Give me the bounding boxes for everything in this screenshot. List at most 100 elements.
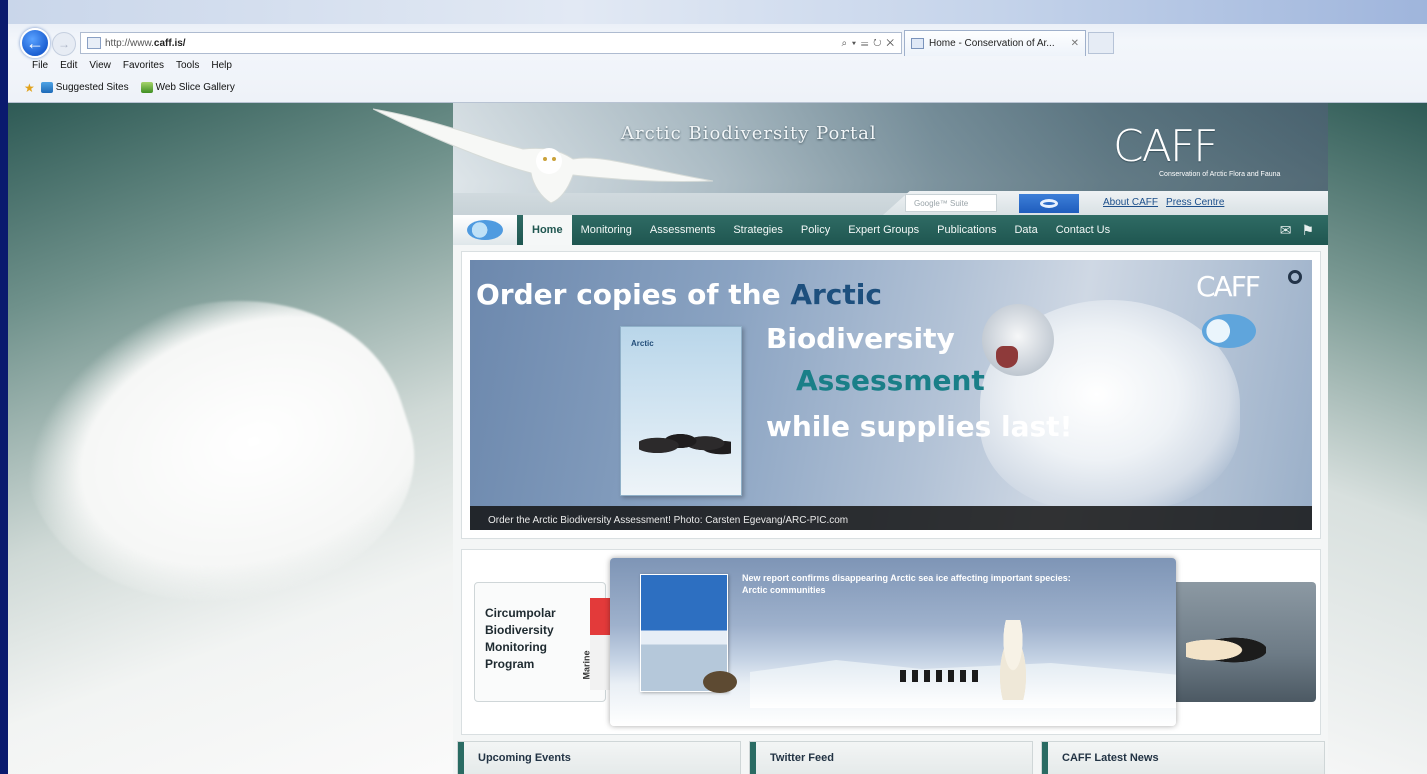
browser-tab[interactable]: Home - Conservation of Ar... ✕	[904, 30, 1086, 56]
report-cover-walrus	[703, 671, 737, 693]
box-accent-bar	[1042, 742, 1048, 774]
fav-suggested-sites[interactable]: Suggested Sites	[40, 82, 129, 94]
banner-headline-4: while supplies last!	[766, 410, 1073, 443]
box-accent-bar	[750, 742, 756, 774]
news-slider: Circumpolar Biodiversity Monitoring Prog…	[461, 549, 1321, 735]
nav-assessments[interactable]: Assessments	[641, 215, 724, 245]
banner-globe-icon	[1202, 314, 1256, 348]
favorites-bar: ★ Suggested Sites Web Slice Gallery	[24, 81, 235, 95]
box-accent-bar	[458, 742, 464, 774]
banner-headline-prefix: Order copies of the	[476, 278, 791, 311]
birds-on-ice-image	[900, 670, 980, 682]
tab-title: Home - Conservation of Ar...	[929, 38, 1055, 49]
nav-policy[interactable]: Policy	[792, 215, 839, 245]
bottom-boxes: Upcoming Events Twitter Feed CAFF Latest…	[457, 741, 1325, 774]
portal-title: Arctic Biodiversity Portal	[621, 123, 877, 144]
book-title: Arctic	[631, 339, 654, 348]
cbmp-line-2: Biodiversity	[485, 623, 554, 637]
snowy-owl-image	[373, 108, 713, 204]
address-bar[interactable]: http://www.caff.is/ ⌕ ▾ ☰ ↻ ✕	[80, 32, 902, 54]
web-slice-icon	[140, 82, 153, 94]
caff-logo[interactable]: CAFF	[1113, 121, 1218, 172]
browser-chrome: ← → http://www.caff.is/ ⌕ ▾ ☰ ↻ ✕ Home -…	[8, 0, 1427, 103]
menu-bar: File Edit View Favorites Tools Help	[32, 60, 232, 71]
nav-strategies[interactable]: Strategies	[724, 215, 792, 245]
banner-headline-3: Assessment	[796, 364, 985, 397]
search-icon	[1040, 199, 1058, 208]
page-icon	[87, 37, 101, 49]
back-arrow-icon: ←	[26, 32, 44, 53]
page-viewport: Arctic Biodiversity Portal CAFF Conserva…	[8, 103, 1427, 774]
assessment-book-cover: Arctic	[620, 326, 742, 496]
banner-caff-logo: CAFF	[1196, 270, 1261, 303]
twitter-feed-title: Twitter Feed	[770, 752, 834, 764]
banner-headline-highlight: Arctic	[790, 278, 882, 311]
latest-news-title: CAFF Latest News	[1062, 752, 1159, 764]
site-container: Arctic Biodiversity Portal CAFF Conserva…	[373, 103, 1328, 774]
promo-banner[interactable]: Order copies of the Arctic Biodiversity …	[470, 260, 1312, 530]
url-prefix: http://www.	[105, 37, 154, 49]
address-tools[interactable]: ⌕ ▾ ☰ ↻ ✕	[842, 38, 895, 49]
menu-help[interactable]: Help	[211, 60, 232, 71]
fav-web-slice-gallery[interactable]: Web Slice Gallery	[140, 82, 235, 94]
nav-home[interactable]: Home	[523, 215, 572, 245]
address-url[interactable]: http://www.caff.is/	[105, 38, 186, 49]
musk-oxen-image	[639, 419, 731, 463]
site-header: Arctic Biodiversity Portal CAFF Conserva…	[373, 103, 1328, 215]
cbmp-strip-label: Marine	[581, 650, 592, 680]
banner-headline-2: Biodiversity	[766, 322, 955, 355]
menu-favorites[interactable]: Favorites	[123, 60, 164, 71]
forward-arrow-icon: →	[58, 37, 70, 51]
fav-web-slice-label: Web Slice Gallery	[155, 82, 235, 94]
nav-contact-us[interactable]: Contact Us	[1047, 215, 1119, 245]
banner-caption: Order the Arctic Biodiversity Assessment…	[470, 506, 1312, 530]
main-nav: Home Monitoring Assessments Strategies P…	[453, 215, 1328, 245]
eider-duck-image	[1186, 632, 1266, 668]
favorites-star-icon[interactable]: ★	[24, 81, 35, 95]
back-button[interactable]: ←	[20, 28, 50, 58]
tab-close-icon[interactable]: ✕	[1071, 38, 1079, 49]
menu-view[interactable]: View	[89, 60, 111, 71]
eider-duck-card[interactable]	[1176, 582, 1316, 702]
nav-monitoring[interactable]: Monitoring	[572, 215, 641, 245]
site-search-button[interactable]	[1019, 194, 1079, 213]
header-links: About CAFF Press Centre	[1103, 197, 1224, 208]
arctic-fox-head	[982, 304, 1054, 376]
menu-edit[interactable]: Edit	[60, 60, 77, 71]
nav-data[interactable]: Data	[1005, 215, 1046, 245]
tab-favicon-icon	[911, 38, 924, 49]
banner-wrapper: Order copies of the Arctic Biodiversity …	[461, 251, 1321, 539]
title-bar	[8, 0, 1427, 24]
greenland-map-background	[8, 251, 446, 655]
fav-suggested-label: Suggested Sites	[55, 82, 129, 94]
about-caff-link[interactable]: About CAFF	[1103, 197, 1158, 208]
latest-news-box[interactable]: CAFF Latest News	[1041, 741, 1325, 774]
banner-headline-1: Order copies of the Arctic	[476, 278, 882, 311]
featured-news-card[interactable]: New report confirms disappearing Arctic …	[610, 558, 1176, 726]
cbmp-line-1: Circumpolar	[485, 606, 556, 620]
upcoming-events-title: Upcoming Events	[478, 752, 571, 764]
press-centre-link[interactable]: Press Centre	[1166, 197, 1224, 208]
nav-home-logo[interactable]	[453, 215, 517, 245]
nav-icons: ✉ ⚑	[1280, 222, 1314, 239]
menu-tools[interactable]: Tools	[176, 60, 199, 71]
nav-expert-groups[interactable]: Expert Groups	[839, 215, 928, 245]
banner-ring-icon	[1288, 270, 1302, 284]
nav-publications[interactable]: Publications	[928, 215, 1005, 245]
caff-logo-subtitle: Conservation of Arctic Flora and Fauna	[1159, 171, 1281, 178]
cbmp-card[interactable]: Circumpolar Biodiversity Monitoring Prog…	[474, 582, 606, 702]
flag-icon[interactable]: ⚑	[1301, 222, 1314, 239]
background-right	[1328, 103, 1427, 774]
suggested-sites-icon	[40, 82, 53, 94]
forward-button[interactable]: →	[52, 32, 76, 56]
menu-file[interactable]: File	[32, 60, 48, 71]
news-title[interactable]: New report confirms disappearing Arctic …	[742, 572, 1082, 596]
twitter-feed-box[interactable]: Twitter Feed	[749, 741, 1033, 774]
upcoming-events-box[interactable]: Upcoming Events	[457, 741, 741, 774]
new-tab-button[interactable]	[1088, 32, 1114, 54]
mail-icon[interactable]: ✉	[1280, 222, 1292, 239]
site-search-input[interactable]: Google™ Suite	[905, 194, 997, 212]
globe-logo-icon	[467, 220, 503, 240]
url-domain: caff.is/	[153, 37, 186, 49]
report-cover	[640, 574, 737, 693]
